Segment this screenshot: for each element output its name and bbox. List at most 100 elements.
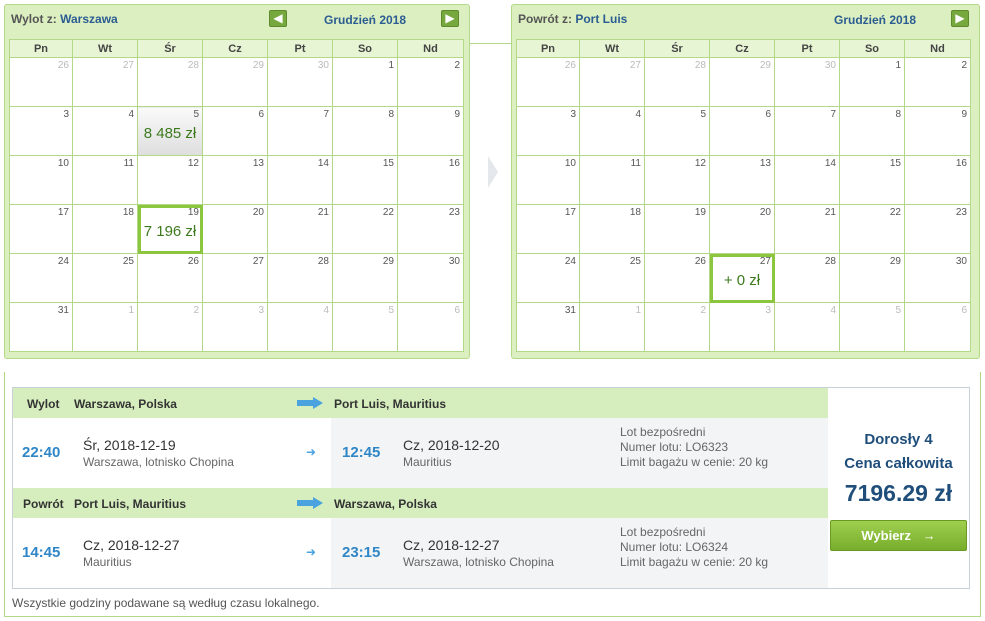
calendar-day[interactable]: 1 (72, 302, 138, 352)
calendar-day[interactable]: 3 (516, 106, 580, 156)
calendar-day[interactable]: 29 (332, 253, 398, 303)
calendar-day[interactable]: 13 (202, 155, 268, 205)
calendar-day[interactable]: 14 (774, 155, 840, 205)
calendar-day[interactable]: 11 (72, 155, 138, 205)
calendar-day[interactable]: 7 (774, 106, 840, 156)
calendar-day[interactable]: 16 (904, 155, 971, 205)
return-dep-date: Cz, 2018-12-27 (83, 537, 180, 553)
calendar-day[interactable]: 31 (516, 302, 580, 352)
calendar-day[interactable]: 6 (709, 106, 775, 156)
calendar-day[interactable]: 30 (397, 253, 464, 303)
calendar-day[interactable]: 27 (202, 253, 268, 303)
calendar-day[interactable]: 15 (839, 155, 905, 205)
calendar-day[interactable]: 12 (137, 155, 203, 205)
calendar-day[interactable]: 22 (332, 204, 398, 254)
calendar-day[interactable]: 16 (397, 155, 464, 205)
total-price-label: Cena całkowita (844, 455, 953, 472)
calendar-day[interactable]: 7 (267, 106, 333, 156)
outbound-calendar-grid: Pn Wt Śr Cz Pt So Nd 26 27 28 29 30 1 2 3 4 5 8 485 zł 6 7 8… (9, 39, 464, 352)
calendar-day[interactable]: 25 (579, 253, 645, 303)
day-number: 3 (570, 109, 576, 120)
calendar-week-row: 10 11 12 13 14 15 16 (9, 155, 464, 205)
calendar-day[interactable]: 4 (774, 302, 840, 352)
calendar-day[interactable]: 29 (839, 253, 905, 303)
calendar-day[interactable]: 19 (644, 204, 710, 254)
calendar-day[interactable]: 24 (9, 253, 73, 303)
calendar-day[interactable]: 15 (332, 155, 398, 205)
calendar-day[interactable]: 28 (267, 253, 333, 303)
calendar-day[interactable]: 19 7 196 zł (137, 204, 203, 254)
calendar-day[interactable]: 5 8 485 zł (137, 106, 203, 156)
calendar-day[interactable]: 6 (904, 302, 971, 352)
calendar-day[interactable]: 21 (267, 204, 333, 254)
calendar-connector (470, 43, 511, 44)
calendar-day[interactable]: 8 (332, 106, 398, 156)
calendar-day[interactable]: 28 (137, 57, 203, 107)
calendar-day[interactable]: 17 (516, 204, 580, 254)
calendar-day[interactable]: 29 (709, 57, 775, 107)
day-number: 4 (830, 305, 836, 316)
calendar-day[interactable]: 12 (644, 155, 710, 205)
calendar-day[interactable]: 23 (397, 204, 464, 254)
weekday-header: Wt (579, 39, 645, 58)
calendar-day[interactable]: 2 (904, 57, 971, 107)
calendar-day[interactable]: 28 (774, 253, 840, 303)
calendar-day[interactable]: 4 (267, 302, 333, 352)
calendar-day[interactable]: 5 (644, 106, 710, 156)
calendar-day[interactable]: 26 (137, 253, 203, 303)
calendar-day[interactable]: 2 (644, 302, 710, 352)
day-number: 20 (252, 207, 264, 218)
calendar-day[interactable]: 26 (644, 253, 710, 303)
calendar-day[interactable]: 10 (9, 155, 73, 205)
calendar-day[interactable]: 3 (202, 302, 268, 352)
calendar-day[interactable]: 18 (72, 204, 138, 254)
calendar-day[interactable]: 27 + 0 zł (709, 253, 775, 303)
outbound-calendar-header: Wylot z: Warszawa ◀ Grudzień 2018 ▶ (5, 5, 469, 35)
calendar-day[interactable]: 6 (202, 106, 268, 156)
calendar-day[interactable]: 5 (839, 302, 905, 352)
next-month-button[interactable]: ▶ (441, 10, 459, 27)
choose-button[interactable]: Wybierz → (830, 520, 967, 551)
return-city: Port Luis (575, 12, 628, 26)
calendar-day[interactable]: 24 (516, 253, 580, 303)
calendar-day[interactable]: 31 (9, 302, 73, 352)
calendar-day[interactable]: 2 (397, 57, 464, 107)
calendar-day[interactable]: 1 (579, 302, 645, 352)
calendar-day[interactable]: 25 (72, 253, 138, 303)
prev-month-button[interactable]: ◀ (269, 10, 287, 27)
calendar-day[interactable]: 8 (839, 106, 905, 156)
calendar-day[interactable]: 11 (579, 155, 645, 205)
weekday-header: Pt (774, 39, 840, 58)
calendar-day[interactable]: 30 (774, 57, 840, 107)
calendar-day[interactable]: 26 (516, 57, 580, 107)
calendar-day[interactable]: 20 (202, 204, 268, 254)
calendar-day[interactable]: 28 (644, 57, 710, 107)
calendar-day[interactable]: 20 (709, 204, 775, 254)
calendar-day[interactable]: 21 (774, 204, 840, 254)
calendar-day[interactable]: 22 (839, 204, 905, 254)
calendar-day[interactable]: 30 (904, 253, 971, 303)
calendar-day[interactable]: 4 (72, 106, 138, 156)
calendar-day[interactable]: 3 (709, 302, 775, 352)
calendar-day[interactable]: 5 (332, 302, 398, 352)
calendar-day[interactable]: 1 (839, 57, 905, 107)
calendar-day[interactable]: 27 (579, 57, 645, 107)
calendar-day[interactable]: 14 (267, 155, 333, 205)
calendar-day[interactable]: 3 (9, 106, 73, 156)
calendar-day[interactable]: 10 (516, 155, 580, 205)
calendar-day[interactable]: 9 (397, 106, 464, 156)
calendar-day[interactable]: 30 (267, 57, 333, 107)
calendar-day[interactable]: 13 (709, 155, 775, 205)
calendar-day[interactable]: 17 (9, 204, 73, 254)
calendar-day[interactable]: 18 (579, 204, 645, 254)
calendar-day[interactable]: 6 (397, 302, 464, 352)
calendar-day[interactable]: 4 (579, 106, 645, 156)
next-month-button-return[interactable]: ▶ (951, 10, 969, 27)
calendar-day[interactable]: 23 (904, 204, 971, 254)
calendar-day[interactable]: 26 (9, 57, 73, 107)
calendar-day[interactable]: 27 (72, 57, 138, 107)
calendar-day[interactable]: 1 (332, 57, 398, 107)
calendar-day[interactable]: 9 (904, 106, 971, 156)
calendar-day[interactable]: 29 (202, 57, 268, 107)
calendar-day[interactable]: 2 (137, 302, 203, 352)
